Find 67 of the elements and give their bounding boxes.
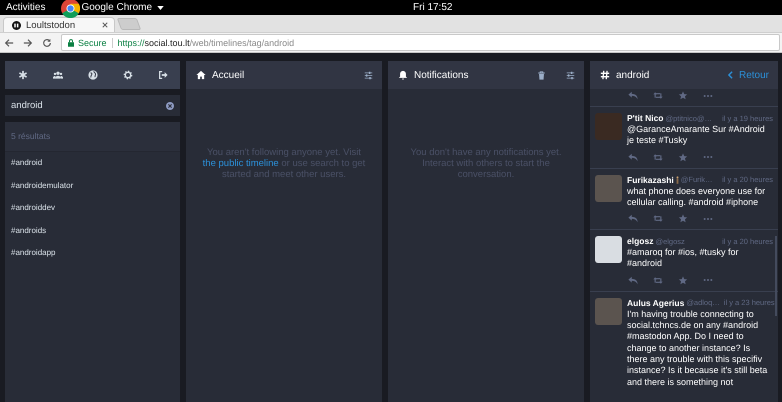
boost-icon[interactable]: [653, 214, 663, 224]
more-icon[interactable]: [703, 155, 713, 160]
results-count: 5 résultats: [5, 122, 180, 152]
sliders-icon[interactable]: [364, 70, 373, 80]
secure-label: Secure: [78, 38, 113, 48]
new-tab-button[interactable]: [116, 18, 142, 30]
star-icon[interactable]: [678, 214, 688, 224]
chevron-left-icon[interactable]: [728, 71, 733, 79]
status-text: #amaroq for #ios, #tusky for #android: [627, 247, 740, 270]
activities-button[interactable]: Activities: [6, 2, 46, 13]
avatar-placeholder[interactable]: [595, 236, 622, 264]
clock: Fri 17:52: [413, 2, 452, 13]
sliders-icon[interactable]: [566, 70, 575, 80]
display-name[interactable]: Aulus Agerius: [627, 298, 684, 308]
more-icon[interactable]: [703, 94, 713, 98]
clear-icon[interactable]: [166, 102, 174, 110]
asterisk-icon[interactable]: [18, 70, 28, 80]
star-icon[interactable]: [678, 276, 688, 285]
back-link[interactable]: Retour: [728, 70, 769, 80]
site-favicon-icon: [12, 20, 21, 30]
hashtag-result[interactable]: #androidapp: [5, 242, 180, 264]
sign-out-icon[interactable]: [158, 70, 168, 80]
hashtag-result[interactable]: #androids: [5, 220, 180, 242]
hashtag-result[interactable]: #android: [5, 152, 180, 174]
trash-icon[interactable]: [537, 70, 546, 80]
address-bar[interactable]: Secure https://social.tou.lt/web/timelines/tag/android: [61, 34, 780, 51]
back-icon[interactable]: [4, 38, 14, 48]
browser-tab[interactable]: Loultstodon: [3, 17, 115, 32]
more-icon[interactable]: [703, 278, 713, 282]
users-icon[interactable]: [52, 70, 62, 80]
hashtag-result[interactable]: #androidemulator: [5, 174, 180, 197]
display-name[interactable]: Furikazashi: [627, 174, 674, 185]
status-text: what phone does everyone use for cellular calling. #android #iphone: [627, 186, 766, 208]
status-text: I'm having trouble connecting to social.tchncs.de on any #android #mastodon App. Do I need to change to another instance? Is there any trouble with this specifiv instance? Is it because it's still beta and there is something not: [627, 308, 768, 388]
search-field[interactable]: android: [5, 95, 180, 116]
settings-icon[interactable]: [122, 70, 132, 80]
reply-icon[interactable]: [628, 276, 638, 285]
hashtag-result[interactable]: #androiddev: [5, 197, 180, 220]
boost-icon[interactable]: [653, 276, 663, 285]
hashtag-icon: [600, 70, 610, 80]
display-name[interactable]: elgosz: [627, 236, 654, 246]
star-icon[interactable]: [678, 152, 688, 162]
display-name[interactable]: P'tit Nico: [627, 113, 664, 123]
reload-icon[interactable]: [42, 38, 52, 48]
scrollbar-thumb[interactable]: [775, 236, 777, 316]
boost-icon[interactable]: [653, 152, 663, 162]
more-icon[interactable]: [703, 216, 713, 221]
boost-icon[interactable]: [653, 91, 663, 100]
column-title: android: [616, 70, 650, 80]
figure-icon: [676, 176, 679, 184]
public-timeline-link[interactable]: the public timeline: [202, 158, 279, 169]
caret-icon[interactable]: [157, 6, 164, 10]
globe-icon[interactable]: [88, 70, 98, 80]
star-icon[interactable]: [678, 91, 688, 100]
forward-icon[interactable]: [23, 38, 33, 48]
close-icon[interactable]: [102, 22, 108, 28]
home-icon: [196, 70, 206, 80]
reply-icon[interactable]: [628, 152, 638, 162]
bell-icon: [398, 70, 408, 80]
column-title: Accueil: [212, 70, 244, 80]
reply-icon[interactable]: [628, 91, 638, 100]
lock-icon: [68, 38, 74, 46]
column-title: Notifications: [414, 70, 468, 80]
url-text: https://social.tou.lt/web/timelines/tag/android: [118, 38, 294, 48]
reply-icon[interactable]: [628, 214, 638, 224]
chrome-logo-icon: [61, 0, 80, 18]
status-text: @GaranceAmarante Sur #Android je teste #Tusky: [627, 124, 766, 147]
